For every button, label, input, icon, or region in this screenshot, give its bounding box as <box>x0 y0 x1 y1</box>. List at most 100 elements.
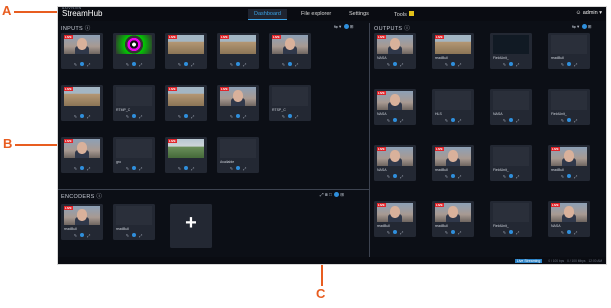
tab-tools[interactable]: Tools <box>388 9 420 20</box>
tile-actions[interactable]: ✎ ⤢ <box>116 62 152 67</box>
tile-actions[interactable]: ✎ ⤢ <box>64 166 100 171</box>
edit-icon: ✎ <box>386 118 391 123</box>
tile-actions[interactable]: ✎ ⤢ <box>551 62 587 67</box>
tile-actions[interactable]: ✎ ⤢ <box>377 62 413 67</box>
tile-actions[interactable]: ✎ ⤢ <box>493 118 529 123</box>
tile-actions[interactable]: ✎ ⤢ <box>116 233 152 238</box>
tile-actions[interactable]: ✎ ⤢ <box>377 174 413 179</box>
input-tile[interactable]: Available ✎ ⤢ <box>217 137 259 173</box>
tile-actions[interactable]: ✎ ⤢ <box>493 62 529 67</box>
input-tile[interactable]: LIVE ✎ ⤢ <box>269 33 311 69</box>
output-name: readBull <box>551 56 564 60</box>
tile-actions[interactable]: ✎ ⤢ <box>64 62 100 67</box>
stream-icon <box>132 166 137 170</box>
video-thumbnail <box>272 87 308 106</box>
tile-actions[interactable]: ✎ ⤢ <box>551 118 587 123</box>
output-tile[interactable]: LIVE NASA ✎ ⤢ <box>374 89 416 125</box>
output-tile[interactable]: LIVE NASA ✎ ⤢ <box>548 201 590 237</box>
input-tile[interactable]: LIVE ✎ ⤢ <box>217 33 259 69</box>
brand-logo[interactable]: HAIVISION StreamHub <box>62 7 102 18</box>
live-badge: LIVE <box>377 203 386 207</box>
expand-icon: ⤢ <box>139 166 143 171</box>
encoders-controls[interactable]: ⤢ ⊞ □ ⊞ <box>320 192 344 198</box>
expand-icon: ⤢ <box>87 233 91 238</box>
tile-actions[interactable]: ✎ ⤢ <box>377 118 413 123</box>
output-tile[interactable]: LIVE readBull ✎ ⤢ <box>432 145 474 181</box>
tab-dashboard[interactable]: Dashboard <box>248 9 287 20</box>
expand-icon: ⤢ <box>139 233 143 238</box>
tile-actions[interactable]: ✎ ⤢ <box>435 230 471 235</box>
tile-actions[interactable]: ✎ ⤢ <box>168 62 204 67</box>
tile-actions[interactable]: ✎ ⤢ <box>493 174 529 179</box>
tile-actions[interactable]: ✎ ⤢ <box>64 233 100 238</box>
tile-actions[interactable]: ✎ ⤢ <box>116 166 152 171</box>
encoder-tile[interactable]: LIVE readBull ✎ ⤢ <box>61 204 103 240</box>
status-text-1: 0 / 100 bps <box>548 258 565 263</box>
edit-icon: ✎ <box>386 230 391 235</box>
input-tile[interactable]: RTMP_C ✎ ⤢ <box>113 85 155 121</box>
tile-actions[interactable]: ✎ ⤢ <box>377 230 413 235</box>
tile-actions[interactable]: ✎ ⤢ <box>116 114 152 119</box>
output-name: HLS <box>435 112 442 116</box>
tile-actions[interactable]: ✎ ⤢ <box>272 114 308 119</box>
tile-actions[interactable]: ✎ ⤢ <box>168 114 204 119</box>
tile-actions[interactable]: ✎ ⤢ <box>493 230 529 235</box>
expand-icon: ⤢ <box>243 114 247 119</box>
output-tile[interactable]: LIVE readBull ✎ ⤢ <box>432 201 474 237</box>
expand-icon: ⤢ <box>574 230 578 235</box>
output-tile[interactable]: HLS ✎ ⤢ <box>432 89 474 125</box>
output-tile[interactable]: FieldUnit_ ✎ ⤢ <box>490 145 532 181</box>
encoder-tile[interactable]: readBull ✎ ⤢ <box>113 204 155 240</box>
output-tile[interactable]: FieldUnit_ ✎ ⤢ <box>490 201 532 237</box>
stream-icon <box>393 118 398 122</box>
tile-actions[interactable]: ✎ ⤢ <box>64 114 100 119</box>
inputs-controls[interactable]: ⇆ ▾ ⊞ <box>334 24 354 30</box>
output-tile[interactable]: LIVE readBull ✎ ⤢ <box>432 33 474 69</box>
edit-icon: ✎ <box>73 166 78 171</box>
tile-actions[interactable]: ✎ ⤢ <box>220 166 256 171</box>
input-tile[interactable]: LIVE ✎ ⤢ <box>61 137 103 173</box>
edit-icon: ✎ <box>502 174 507 179</box>
tile-actions[interactable]: ✎ ⤢ <box>220 114 256 119</box>
expand-icon: ⤢ <box>295 114 299 119</box>
tile-actions[interactable]: ✎ ⤢ <box>551 174 587 179</box>
expand-icon: ⤢ <box>191 166 195 171</box>
tile-actions[interactable]: ✎ ⤢ <box>168 166 204 171</box>
tile-actions[interactable]: ✎ ⤢ <box>220 62 256 67</box>
expand-icon: ⤢ <box>458 118 462 123</box>
output-tile[interactable]: FieldUnit_ ✎ ⤢ <box>548 89 590 125</box>
top-bar: HAIVISION StreamHub Dashboard File explo… <box>58 7 606 21</box>
output-tile[interactable]: LIVE readBull ✎ ⤢ <box>548 145 590 181</box>
tile-actions[interactable]: ✎ ⤢ <box>435 62 471 67</box>
user-menu[interactable]: ☺ admin ▾ <box>576 10 602 16</box>
output-tile[interactable]: LIVE NASA ✎ ⤢ <box>374 33 416 69</box>
input-tile[interactable]: RTSP_C ✎ ⤢ <box>269 85 311 121</box>
input-tile[interactable]: ✎ ⤢ <box>113 33 155 69</box>
output-tile[interactable]: FieldUnit_ ✎ ⤢ <box>490 33 532 69</box>
expand-icon: ⤢ <box>87 62 91 67</box>
output-tile[interactable]: LIVE NASA ✎ ⤢ <box>374 145 416 181</box>
output-tile[interactable]: LIVE readBull ✎ ⤢ <box>374 201 416 237</box>
input-tile[interactable]: LIVE ✎ ⤢ <box>165 33 207 69</box>
output-tile[interactable]: readBull ✎ ⤢ <box>548 33 590 69</box>
tile-actions[interactable]: ✎ ⤢ <box>551 230 587 235</box>
tile-actions[interactable]: ✎ ⤢ <box>435 174 471 179</box>
input-tile[interactable]: gro ✎ ⤢ <box>113 137 155 173</box>
tile-actions[interactable]: ✎ ⤢ <box>435 118 471 123</box>
video-thumbnail <box>493 91 529 110</box>
input-tile[interactable]: LIVE ✎ ⤢ <box>165 85 207 121</box>
tile-actions[interactable]: ✎ ⤢ <box>272 62 308 67</box>
expand-icon: ⤢ <box>400 118 404 123</box>
add-encoder-tile[interactable]: + <box>170 204 212 248</box>
inputs-title: INPUTS ⓘ <box>61 26 91 32</box>
video-thumbnail <box>116 87 152 106</box>
outputs-controls[interactable]: ⇆ ▾ ⊞ <box>572 24 592 30</box>
live-badge: LIVE <box>377 35 386 39</box>
input-tile[interactable]: LIVE ✎ ⤢ <box>61 85 103 121</box>
tab-settings[interactable]: Settings <box>343 9 375 19</box>
input-tile[interactable]: LIVE ✎ ⤢ <box>165 137 207 173</box>
input-tile[interactable]: LIVE ✎ ⤢ <box>217 85 259 121</box>
tab-file-explorer[interactable]: File explorer <box>295 9 337 19</box>
output-tile[interactable]: NASA ✎ ⤢ <box>490 89 532 125</box>
input-tile[interactable]: LIVE ✎ ⤢ <box>61 33 103 69</box>
